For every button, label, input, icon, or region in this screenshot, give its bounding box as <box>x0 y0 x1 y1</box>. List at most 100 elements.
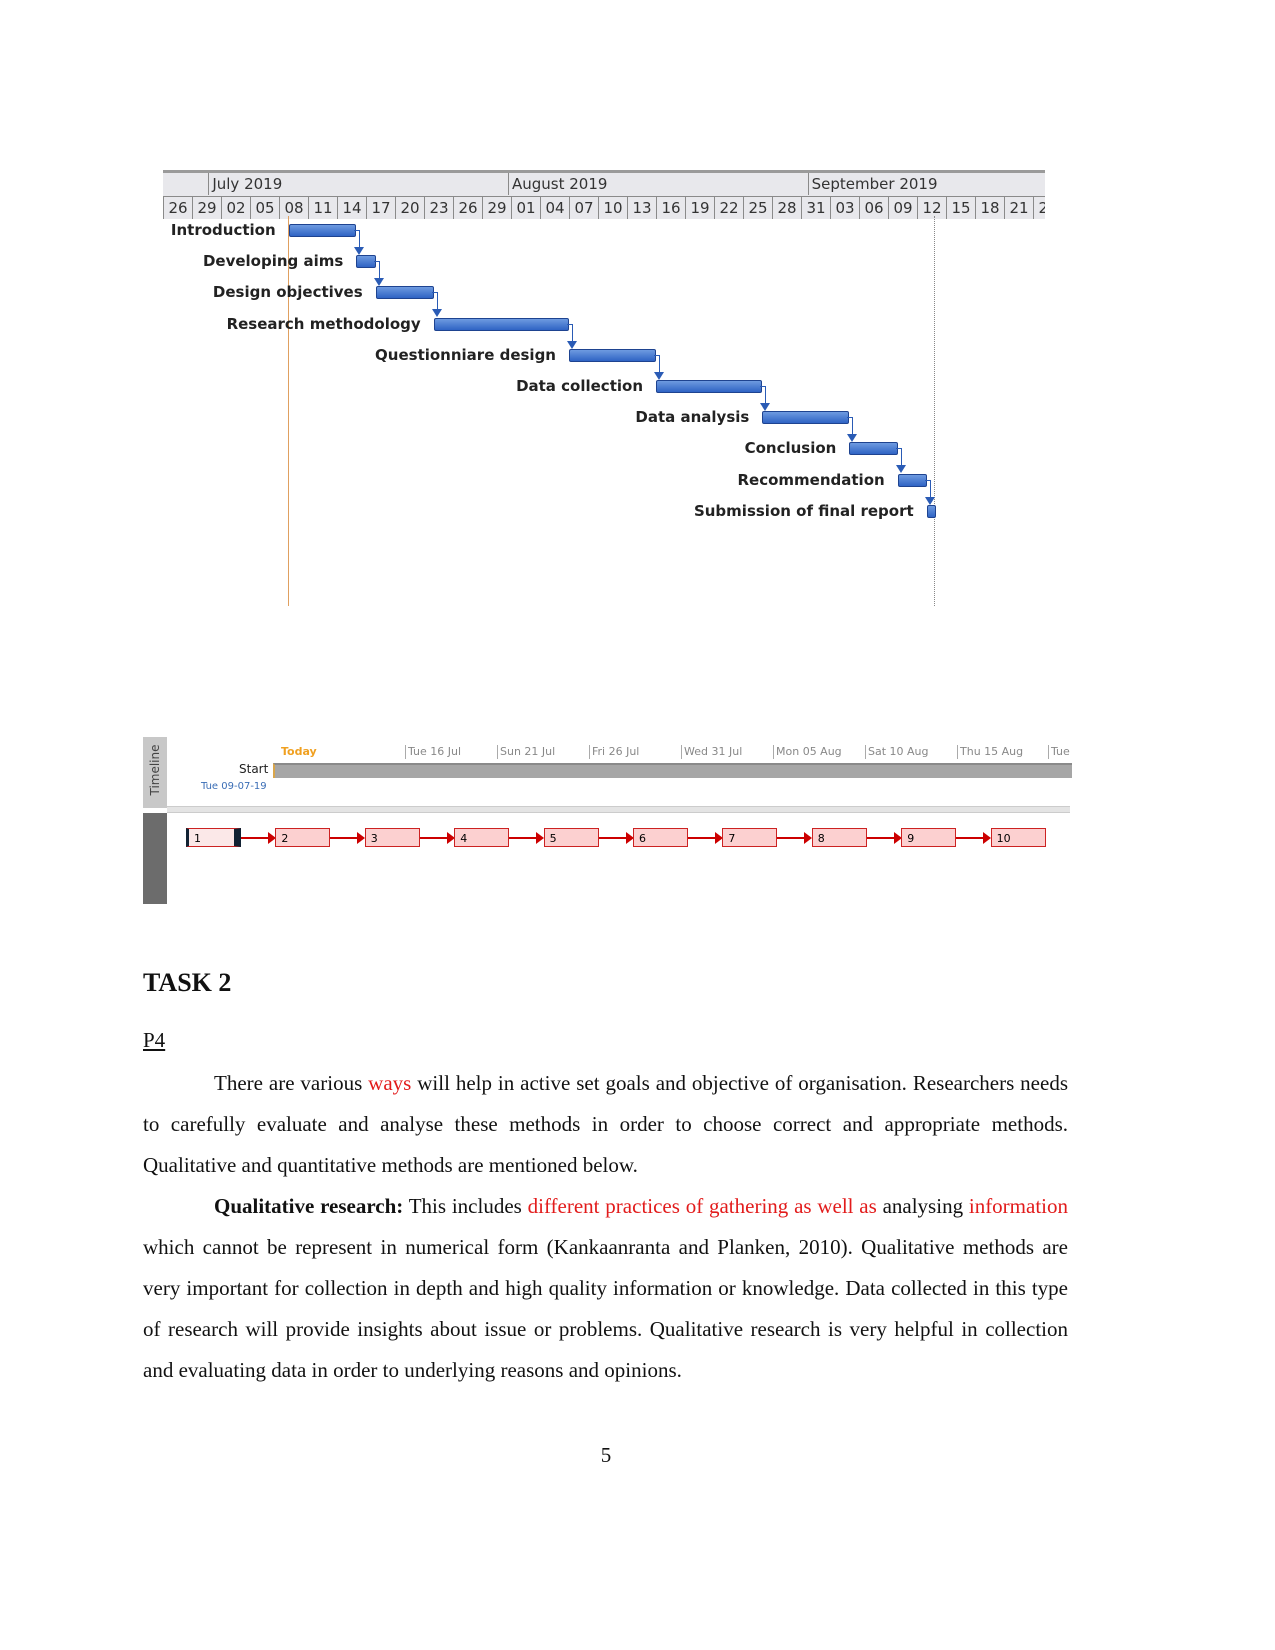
project-finish-line <box>934 216 935 606</box>
text: which cannot be represent in numerical f… <box>143 1235 1068 1382</box>
network-node[interactable]: 3 <box>364 828 420 847</box>
day-label: 23 <box>424 196 453 219</box>
task-label: Research methodology <box>226 314 421 333</box>
pane-divider[interactable] <box>167 806 1070 813</box>
arrowhead-icon <box>760 403 771 411</box>
task-label: Design objectives <box>212 283 363 302</box>
day-label: 04 <box>540 196 569 219</box>
day-label: 10 <box>598 196 627 219</box>
network-node[interactable]: 8 <box>811 828 867 847</box>
timeline-bar[interactable] <box>273 763 1072 778</box>
network-node[interactable]: 10 <box>990 828 1046 847</box>
timeline-tick-label: Wed 31 Jul <box>681 745 742 759</box>
task-bar[interactable] <box>656 380 763 393</box>
day-label: 31 <box>801 196 830 219</box>
timeline-tick-label: Tue <box>1048 745 1070 759</box>
arrowhead-icon <box>654 371 664 380</box>
text: There are various <box>214 1071 369 1095</box>
day-label: 29 <box>192 196 221 219</box>
task-label: Questionniare design <box>375 345 556 364</box>
paragraph-2: Qualitative research: This includes diff… <box>143 1186 1068 1391</box>
body-text: There are various ways will help in acti… <box>143 1063 1068 1391</box>
task-bar[interactable] <box>375 286 434 300</box>
day-label: 29 <box>482 196 511 219</box>
timeline-tick-label: Thu 15 Aug <box>957 745 1023 759</box>
day-label: 24 <box>1033 196 1045 219</box>
task-bar[interactable] <box>569 348 656 362</box>
task-label: Submission of final report <box>693 501 914 520</box>
network-node[interactable]: 9 <box>901 828 957 847</box>
task-label: Developing aims <box>202 252 344 271</box>
day-label: 22 <box>714 196 743 219</box>
network-node[interactable]: 6 <box>633 828 688 847</box>
network-link-arrow <box>777 832 813 844</box>
text: This includes <box>403 1194 528 1218</box>
timeline-view: Timeline Today Tue 16 Jul Sun 21 Jul Fri 2… <box>143 737 1072 904</box>
task-bar[interactable] <box>849 442 898 456</box>
month-label: July 2019 <box>208 173 492 195</box>
page-number: 5 <box>600 1443 612 1467</box>
network-link-arrow <box>509 832 545 844</box>
today-marker: Today <box>281 745 317 758</box>
day-label: 03 <box>830 196 859 219</box>
day-label: 25 <box>743 196 772 219</box>
arrowhead-icon <box>567 340 577 349</box>
day-label: 08 <box>279 196 308 219</box>
section-heading: TASK 2 <box>143 968 232 997</box>
timeline-tick-label: Sat 10 Aug <box>865 745 929 759</box>
day-label: 16 <box>656 196 685 219</box>
arrowhead-icon <box>847 434 858 443</box>
timeline-side-tab[interactable]: Timeline <box>143 737 167 808</box>
day-label: 01 <box>511 196 540 219</box>
day-label: 21 <box>1004 196 1033 219</box>
bold-term: Qualitative research: <box>214 1194 404 1218</box>
task-label: Conclusion <box>744 439 837 458</box>
arrowhead-icon <box>431 309 442 318</box>
day-label: 19 <box>685 196 714 219</box>
day-label: 05 <box>250 196 279 219</box>
day-label: 26 <box>453 196 482 219</box>
task-label: Data collection <box>516 377 643 395</box>
network-link-arrow <box>598 832 634 844</box>
day-label: 15 <box>946 196 975 219</box>
arrowhead-icon <box>354 247 365 255</box>
task-bar[interactable] <box>433 317 569 331</box>
day-label: 26 <box>163 196 192 219</box>
task-bar[interactable] <box>897 473 927 487</box>
day-label: 14 <box>337 196 366 219</box>
highlighted-text: information <box>968 1194 1069 1218</box>
gantt-timescale-header: July 2019 August 2019 September 2019 26 29 02… <box>163 170 1045 219</box>
network-node[interactable]: 5 <box>543 828 599 847</box>
task-bar[interactable] <box>762 411 850 425</box>
day-label: 02 <box>221 196 250 219</box>
network-node[interactable]: 4 <box>454 828 510 847</box>
text: analysing <box>876 1194 969 1218</box>
start-date: Tue 09-07-19 <box>201 781 267 792</box>
highlighted-text: different practices of gathering as well… <box>527 1194 877 1218</box>
today-line <box>288 216 289 606</box>
network-link-arrow <box>956 832 992 844</box>
network-side-tab <box>143 813 167 904</box>
day-label: 13 <box>627 196 656 219</box>
task-bar[interactable] <box>288 224 357 237</box>
network-link-arrow <box>330 832 366 844</box>
month-label: September 2019 <box>807 173 1045 195</box>
highlighted-text: ways <box>368 1071 412 1095</box>
network-node[interactable]: 2 <box>275 828 331 847</box>
task-bar[interactable] <box>926 504 937 518</box>
timeline-tick-label: Mon 05 Aug <box>773 745 842 759</box>
timeline-side-label: Timeline <box>148 744 162 796</box>
day-label: 18 <box>975 196 1004 219</box>
day-label: 28 <box>772 196 801 219</box>
paragraph-1: There are various ways will help in acti… <box>143 1063 1068 1186</box>
network-node[interactable]: 1 <box>186 828 241 847</box>
arrowhead-icon <box>924 496 935 505</box>
day-label: 20 <box>395 196 424 219</box>
month-label: August 2019 <box>508 173 792 195</box>
network-node[interactable]: 7 <box>722 828 778 847</box>
task-label: Data analysis <box>635 408 750 427</box>
day-label: 07 <box>569 196 598 219</box>
timeline-tick-label: Sun 21 Jul <box>497 745 555 759</box>
task-label: Introduction <box>170 221 276 239</box>
day-label: 11 <box>308 196 337 219</box>
